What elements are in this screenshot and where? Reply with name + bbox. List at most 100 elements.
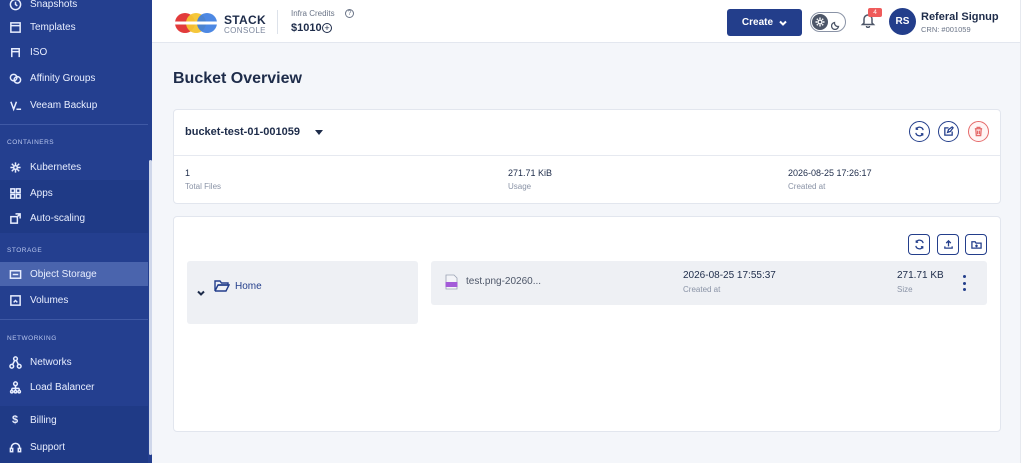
chevron-down-icon[interactable] — [197, 284, 205, 296]
created-at-label: Created at — [788, 182, 826, 191]
png-file-icon — [445, 274, 458, 290]
edit-icon — [944, 126, 954, 136]
networks-icon — [8, 355, 22, 369]
total-files-value: 1 — [185, 168, 191, 178]
sidebar-item-label: Billing — [30, 414, 57, 426]
apps-icon — [8, 186, 22, 200]
volumes-icon — [8, 293, 22, 307]
notification-badge: 4 — [868, 8, 882, 17]
sidebar-item-support[interactable]: Support — [0, 435, 148, 459]
moon-icon — [830, 17, 841, 31]
sidebar-item-label: Affinity Groups — [30, 72, 96, 84]
sidebar-item-label: Templates — [30, 21, 76, 33]
template-icon — [8, 20, 22, 34]
sidebar-item-billing[interactable]: $ Billing — [0, 408, 148, 432]
file-size-value: 271.71 KB — [897, 270, 944, 281]
bucket-summary-card: bucket-test-01-001059 1 Total Files 271.… — [173, 109, 1001, 204]
sidebar-scrollbar[interactable] — [149, 160, 152, 455]
theme-toggle[interactable] — [810, 12, 846, 32]
add-credits-icon[interactable]: + — [322, 23, 332, 33]
refresh-icon — [914, 239, 924, 250]
sidebar-item-label: Kubernetes — [30, 161, 82, 173]
sidebar: Snapshots Templates ISO Affinity Groups … — [0, 0, 152, 463]
autoscaling-icon — [8, 211, 22, 225]
section-containers: CONTAINERS — [7, 139, 55, 146]
folder-open-icon — [214, 279, 231, 293]
help-icon[interactable]: ? — [345, 9, 354, 18]
kubernetes-icon — [8, 160, 22, 174]
total-files-label: Total Files — [185, 182, 222, 191]
sidebar-item-templates[interactable]: Templates — [0, 15, 148, 39]
divider — [277, 10, 278, 34]
sidebar-item-load-balancer[interactable]: Load Balancer — [0, 375, 148, 399]
sidebar-item-auto-scaling[interactable]: Auto-scaling — [0, 206, 148, 230]
user-name[interactable]: Referal Signup — [921, 11, 999, 23]
support-icon — [8, 440, 22, 454]
sidebar-item-kubernetes[interactable]: Kubernetes — [0, 155, 148, 179]
file-size-label: Size — [897, 285, 913, 294]
sidebar-item-networks[interactable]: Networks — [0, 350, 148, 374]
edit-bucket-button[interactable] — [938, 121, 959, 142]
credits-label: Infra Credits — [291, 9, 335, 18]
sidebar-item-iso[interactable]: ISO — [0, 40, 148, 64]
new-folder-button[interactable] — [965, 234, 987, 255]
affinity-icon — [8, 71, 22, 85]
create-button-label: Create — [741, 17, 774, 28]
veeam-icon — [8, 98, 22, 112]
upload-file-button[interactable] — [937, 234, 959, 255]
user-crn: CRN: #001059 — [921, 25, 971, 34]
sidebar-item-label: Apps — [30, 187, 53, 199]
delete-bucket-button[interactable] — [968, 121, 989, 142]
bucket-selector[interactable]: bucket-test-01-001059 — [185, 126, 300, 138]
chevron-down-icon — [779, 20, 787, 26]
top-bar: STACK CONSOLE Infra Credits ? $1010 + Cr… — [152, 0, 1024, 43]
sidebar-item-label: Load Balancer — [30, 381, 95, 393]
bucket-browser-card: Home test.png-20260... 2026-08-25 17:55:… — [173, 216, 1001, 432]
upload-icon — [943, 239, 953, 249]
file-name: test.png-20260... — [466, 276, 542, 287]
sidebar-item-label: Veeam Backup — [30, 99, 98, 111]
file-row[interactable]: test.png-20260... 2026-08-25 17:55:37 Cr… — [431, 261, 987, 305]
sidebar-item-apps[interactable]: Apps — [0, 181, 148, 205]
refresh-bucket-button[interactable] — [909, 121, 930, 142]
sidebar-item-label: Snapshots — [30, 0, 78, 10]
file-created-value: 2026-08-25 17:55:37 — [683, 270, 776, 281]
sun-icon — [812, 14, 828, 30]
folder-plus-icon — [970, 241, 982, 249]
sidebar-divider — [0, 124, 148, 125]
create-button[interactable]: Create — [727, 9, 802, 36]
iso-icon — [8, 45, 22, 59]
logo-title: STACK — [224, 13, 266, 27]
load-balancer-icon — [8, 380, 22, 394]
created-at-value: 2026-08-25 17:26:17 — [788, 168, 872, 178]
sidebar-item-label: Volumes — [30, 294, 69, 306]
dollar-icon: $ — [11, 414, 19, 426]
refresh-icon — [915, 126, 924, 137]
folder-tree: Home — [187, 261, 418, 324]
sidebar-item-veeam-backup[interactable]: Veeam Backup — [0, 93, 148, 117]
file-created-label: Created at — [683, 285, 721, 294]
sidebar-item-snapshots[interactable]: Snapshots — [0, 0, 148, 16]
trash-icon — [974, 126, 983, 137]
divider — [174, 155, 1000, 156]
more-options-icon[interactable] — [959, 275, 969, 291]
page-title: Bucket Overview — [173, 70, 302, 87]
tree-item-home[interactable]: Home — [235, 281, 262, 292]
sidebar-item-volumes[interactable]: Volumes — [0, 288, 148, 312]
stack-logo-icon — [175, 13, 218, 33]
object-storage-icon — [8, 267, 22, 281]
clock-icon — [8, 0, 22, 11]
sidebar-item-label: Object Storage — [30, 268, 97, 280]
caret-down-icon[interactable] — [315, 130, 323, 135]
logo-subtitle: CONSOLE — [224, 26, 266, 35]
credits-value: $1010 — [291, 22, 322, 34]
refresh-files-button[interactable] — [908, 234, 930, 255]
sidebar-item-label: Support — [30, 441, 66, 453]
page-scrollbar[interactable] — [1020, 0, 1024, 463]
sidebar-divider — [0, 319, 148, 320]
section-networking: NETWORKING — [7, 335, 57, 342]
usage-label: Usage — [508, 182, 532, 191]
avatar[interactable]: RS — [889, 8, 916, 35]
sidebar-item-object-storage[interactable]: Object Storage — [0, 262, 148, 286]
sidebar-item-affinity-groups[interactable]: Affinity Groups — [0, 66, 148, 90]
